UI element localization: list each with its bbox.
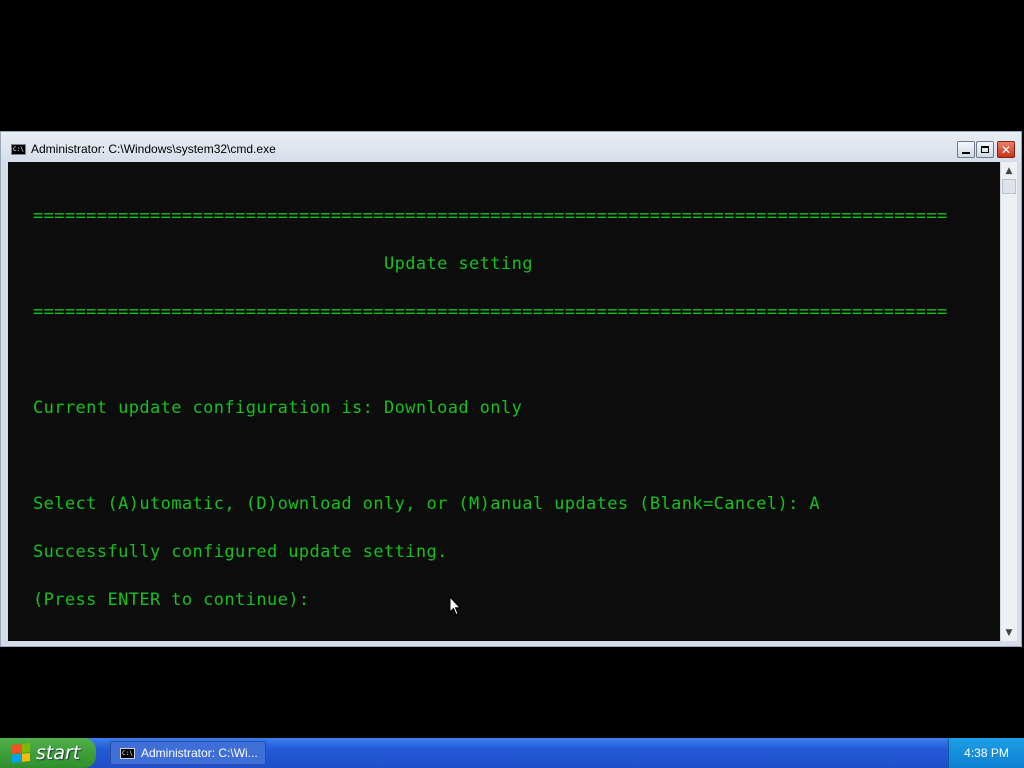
maximize-button[interactable] [976, 141, 994, 158]
separator-line: ========================================… [33, 206, 948, 226]
cmd-icon: C:\ [11, 144, 26, 155]
arrow-up-icon: ▲ [1005, 165, 1013, 176]
scroll-up-button[interactable]: ▲ [1001, 162, 1017, 179]
mouse-pointer-icon [449, 596, 461, 616]
section-heading: Update setting [33, 254, 533, 274]
minimize-button[interactable] [957, 141, 975, 158]
system-tray: 4:38 PM [948, 738, 1024, 768]
clock[interactable]: 4:38 PM [964, 746, 1009, 760]
taskbar: start C:\ Administrator: C:\Wi... 4:38 P… [0, 738, 1024, 768]
scroll-down-button[interactable]: ▼ [1001, 624, 1017, 641]
windows-logo-icon [12, 743, 30, 763]
title-bar[interactable]: C:\ Administrator: C:\Windows\system32\c… [1, 132, 1021, 161]
current-config-line: Current update configuration is: Downloa… [33, 398, 523, 418]
arrow-down-icon: ▼ [1005, 627, 1013, 638]
close-icon: ✕ [1000, 142, 1012, 157]
console-output[interactable]: ========================================… [8, 162, 1000, 641]
maximize-icon [981, 146, 989, 153]
vertical-scrollbar[interactable]: ▲ ▼ [1000, 162, 1017, 641]
close-button[interactable]: ✕ [997, 141, 1015, 158]
scroll-thumb[interactable] [1002, 179, 1016, 194]
window-title: Administrator: C:\Windows\system32\cmd.e… [31, 142, 276, 156]
console-text: ========================================… [33, 176, 948, 640]
start-label: start [36, 742, 81, 764]
separator-line: ========================================… [33, 302, 948, 322]
continue-prompt-line: (Press ENTER to continue): [33, 590, 310, 610]
minimize-icon [962, 151, 970, 154]
taskbar-item-cmd[interactable]: C:\ Administrator: C:\Wi... [110, 741, 266, 765]
success-line: Successfully configured update setting. [33, 542, 448, 562]
cmd-window[interactable]: C:\ Administrator: C:\Windows\system32\c… [0, 131, 1022, 647]
select-prompt-line: Select (A)utomatic, (D)ownload only, or … [33, 494, 820, 514]
start-button[interactable]: start [0, 738, 96, 768]
cmd-icon: C:\ [120, 747, 135, 759]
taskbar-item-label: Administrator: C:\Wi... [141, 746, 258, 760]
